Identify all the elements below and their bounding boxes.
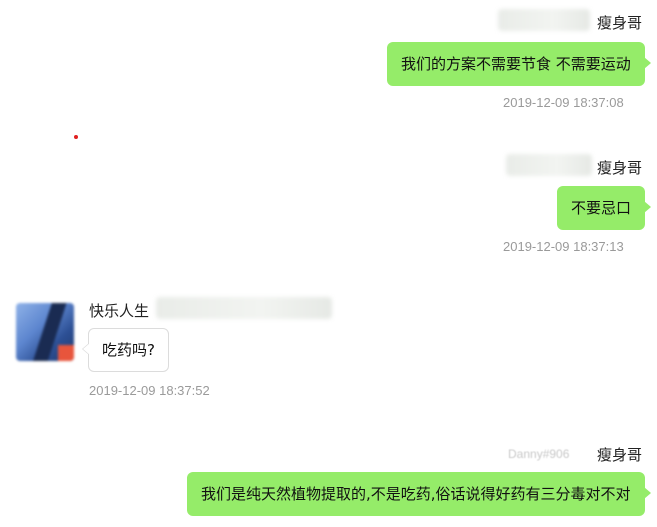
sender-name: 瘦身哥 — [597, 446, 643, 464]
message-bubble-outgoing[interactable]: 我们是纯天然植物提取的,不是吃药,俗话说得好药有三分毒对不对 — [187, 472, 651, 516]
chat-window: 瘦身哥 我们的方案不需要节食 不需要运动 2019-12-09 18:37:08… — [0, 0, 657, 527]
avatar-badge — [58, 345, 74, 361]
message-timestamp: 2019-12-09 18:37:52 — [89, 383, 210, 398]
message-timestamp: 2019-12-09 18:37:13 — [503, 239, 624, 254]
redacted-remark — [506, 154, 592, 176]
message-bubble-outgoing[interactable]: 我们的方案不需要节食 不需要运动 — [387, 42, 651, 86]
sender-name: 快乐人生 — [89, 302, 150, 320]
sender-name: 瘦身哥 — [597, 159, 643, 177]
contact-avatar[interactable] — [16, 303, 74, 361]
redacted-remark: Danny#906 — [508, 447, 570, 461]
message-bubble-incoming[interactable]: 吃药吗? — [82, 328, 169, 372]
message-timestamp: 2019-12-09 18:37:08 — [503, 95, 624, 110]
redacted-remark — [156, 297, 332, 319]
redacted-remark — [498, 9, 590, 31]
unread-dot — [74, 135, 78, 139]
message-bubble-outgoing[interactable]: 不要忌口 — [557, 186, 652, 230]
sender-name: 瘦身哥 — [597, 14, 643, 32]
